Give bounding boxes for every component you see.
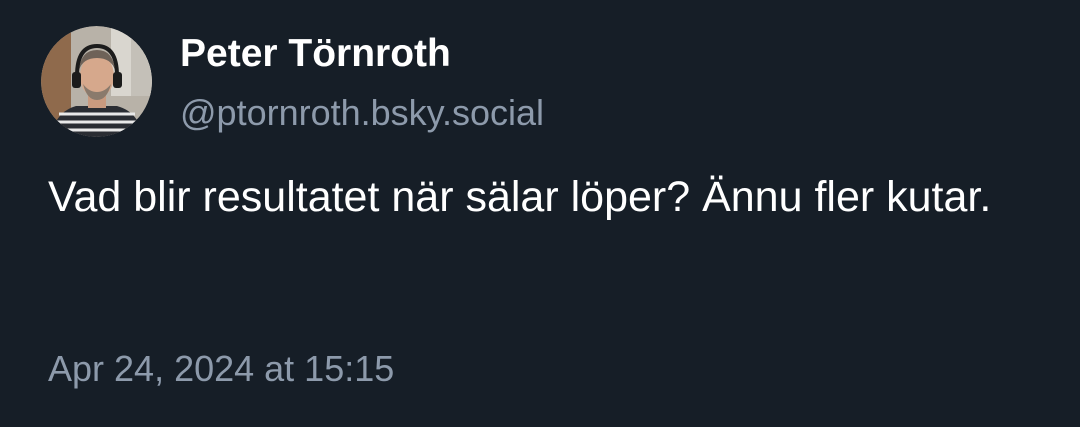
author-handle[interactable]: @ptornroth.bsky.social (180, 90, 544, 136)
post-timestamp[interactable]: Apr 24, 2024 at 15:15 (48, 345, 394, 393)
author-display-name[interactable]: Peter Törnroth (180, 30, 451, 78)
post-card: Peter Törnroth @ptornroth.bsky.social Va… (0, 0, 1080, 427)
post-text: Vad blir resultatet när sälar löper? Änn… (48, 173, 992, 221)
author-avatar[interactable] (41, 26, 152, 137)
avatar-photo-icon (41, 26, 152, 137)
